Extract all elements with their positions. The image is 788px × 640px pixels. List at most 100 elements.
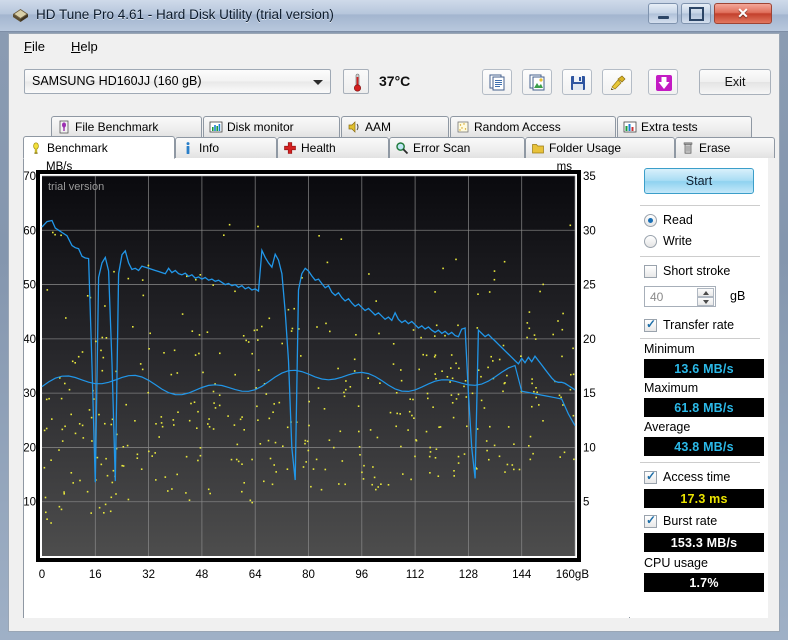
cpu-usage-value: 1.7% xyxy=(644,573,764,592)
info-icon xyxy=(186,142,190,154)
client-area: SAMSUNG HD160JJ (160 gB) 37°C Exit File … xyxy=(8,59,780,632)
download-button[interactable] xyxy=(648,69,678,95)
svg-text:35: 35 xyxy=(583,171,596,183)
tab-file-benchmark[interactable]: File Benchmark xyxy=(51,116,202,137)
tab-benchmark[interactable]: Benchmark xyxy=(23,136,175,159)
menu-item-help[interactable]: Help xyxy=(64,38,105,55)
copy-image-button[interactable] xyxy=(522,69,552,95)
divider-3 xyxy=(640,338,760,339)
y-axis-ticks: 10 20 30 40 50 60 70 xyxy=(24,171,36,509)
window-title: HD Tune Pro 4.61 - Hard Disk Utility (tr… xyxy=(36,7,334,22)
maximum-value: 61.8 MB/s xyxy=(644,398,764,417)
checkbox-burst-rate[interactable]: Burst rate xyxy=(644,513,717,528)
svg-text:25: 25 xyxy=(583,280,596,292)
copy-text-icon xyxy=(489,74,505,91)
exit-button[interactable]: Exit xyxy=(699,69,771,95)
tab-erase[interactable]: Erase xyxy=(675,137,775,158)
stepper-down-button[interactable] xyxy=(697,297,714,306)
access-time-value: 17.3 ms xyxy=(644,489,764,508)
svg-text:15: 15 xyxy=(583,388,596,400)
y-axis-label: MB/s xyxy=(46,161,72,173)
tab-label: Disk monitor xyxy=(227,120,294,134)
tab-info[interactable]: Info xyxy=(175,137,277,158)
checkbox-short-stroke[interactable]: Short stroke xyxy=(644,264,730,278)
radio-write-label: Write xyxy=(663,234,692,248)
radio-read-label: Read xyxy=(663,213,693,227)
tab-extra-tests[interactable]: Extra tests xyxy=(617,116,752,137)
speaker-icon xyxy=(348,121,359,133)
random-access-icon xyxy=(457,121,469,133)
svg-text:40: 40 xyxy=(24,334,36,346)
save-button[interactable] xyxy=(562,69,592,95)
chevron-down-icon xyxy=(313,80,323,85)
tab-label: Benchmark xyxy=(47,140,108,155)
drive-selector[interactable]: SAMSUNG HD160JJ (160 gB) xyxy=(24,69,331,94)
radio-read-indicator xyxy=(644,213,657,227)
radio-write[interactable]: Write xyxy=(644,234,692,248)
cpu-usage-label: CPU usage xyxy=(644,556,708,570)
tab-disk-monitor[interactable]: Disk monitor xyxy=(203,116,340,137)
svg-text:10: 10 xyxy=(583,442,596,454)
svg-text:30: 30 xyxy=(583,225,596,237)
y2-axis-label: ms xyxy=(557,161,573,173)
copy-text-button[interactable] xyxy=(482,69,512,95)
menu-help-rest: elp xyxy=(80,39,98,54)
average-label: Average xyxy=(644,420,691,434)
average-value: 43.8 MB/s xyxy=(644,437,764,456)
maximize-icon xyxy=(682,4,710,23)
minimize-icon xyxy=(649,4,677,23)
svg-text:20: 20 xyxy=(583,334,596,346)
svg-text:160gB: 160gB xyxy=(556,569,590,581)
svg-text:60: 60 xyxy=(24,225,36,237)
svg-text:64: 64 xyxy=(249,569,262,581)
svg-text:48: 48 xyxy=(196,569,209,581)
brush-button[interactable] xyxy=(602,69,632,95)
toolbar: SAMSUNG HD160JJ (160 gB) 37°C Exit xyxy=(9,59,779,116)
short-stroke-label: Short stroke xyxy=(663,264,731,278)
radio-read[interactable]: Read xyxy=(644,213,693,227)
tab-label: Info xyxy=(199,141,220,155)
svg-text:10: 10 xyxy=(24,497,36,509)
transfer-rate-checkbox-indicator xyxy=(644,317,657,332)
svg-text:16: 16 xyxy=(89,569,102,581)
short-stroke-input[interactable]: 40 xyxy=(644,286,716,307)
trash-icon xyxy=(683,142,693,154)
close-icon: ✕ xyxy=(737,5,749,21)
download-arrow-icon xyxy=(656,75,672,91)
tab-label: Health xyxy=(301,141,336,155)
tab-error-scan[interactable]: Error Scan xyxy=(389,137,525,158)
benchmark-chart-svg: trial version MB/s ms 10 20 30 40 50 60 70 5 10… xyxy=(24,161,596,581)
extra-tests-icon xyxy=(623,121,637,133)
menu-item-file[interactable]: File xyxy=(17,38,52,55)
magnifier-icon xyxy=(396,142,409,155)
close-button[interactable]: ✕ xyxy=(714,3,772,24)
menu-file-rest: ile xyxy=(31,39,45,54)
svg-text:32: 32 xyxy=(142,569,155,581)
chevron-up-icon xyxy=(703,291,709,295)
divider-2 xyxy=(640,256,760,257)
svg-text:96: 96 xyxy=(355,569,368,581)
access-time-label: Access time xyxy=(663,470,731,484)
chevron-down-icon xyxy=(703,300,709,304)
hdtune-app-icon xyxy=(13,9,28,22)
tab-folder-usage[interactable]: Folder Usage xyxy=(525,137,675,158)
y2-axis-ticks: 5 10 15 20 25 30 35 xyxy=(583,171,596,509)
start-button[interactable]: Start xyxy=(644,168,754,194)
tab-health[interactable]: Health xyxy=(277,137,389,158)
maximize-button[interactable] xyxy=(681,3,711,24)
stepper-up-button[interactable] xyxy=(697,288,714,297)
checkbox-transfer-rate[interactable]: Transfer rate xyxy=(644,317,734,332)
tab-content-benchmark: trial version MB/s ms 10 20 30 40 50 60 70 5 10… xyxy=(23,158,768,618)
svg-text:70: 70 xyxy=(24,171,36,183)
short-stroke-unit: gB xyxy=(730,289,746,303)
short-stroke-stepper[interactable] xyxy=(697,288,714,307)
minimize-button[interactable] xyxy=(648,3,678,24)
tab-aam[interactable]: AAM xyxy=(341,116,449,137)
svg-text:30: 30 xyxy=(24,388,36,400)
tab-random-access[interactable]: Random Access xyxy=(450,116,616,137)
checkbox-access-time[interactable]: Access time xyxy=(644,469,731,484)
benchmark-chart: trial version MB/s ms 10 20 30 40 50 60 70 5 10… xyxy=(24,158,629,618)
temperature-value: 37°C xyxy=(379,73,411,89)
burst-rate-checkbox-indicator xyxy=(644,513,657,528)
divider-4 xyxy=(640,462,760,463)
